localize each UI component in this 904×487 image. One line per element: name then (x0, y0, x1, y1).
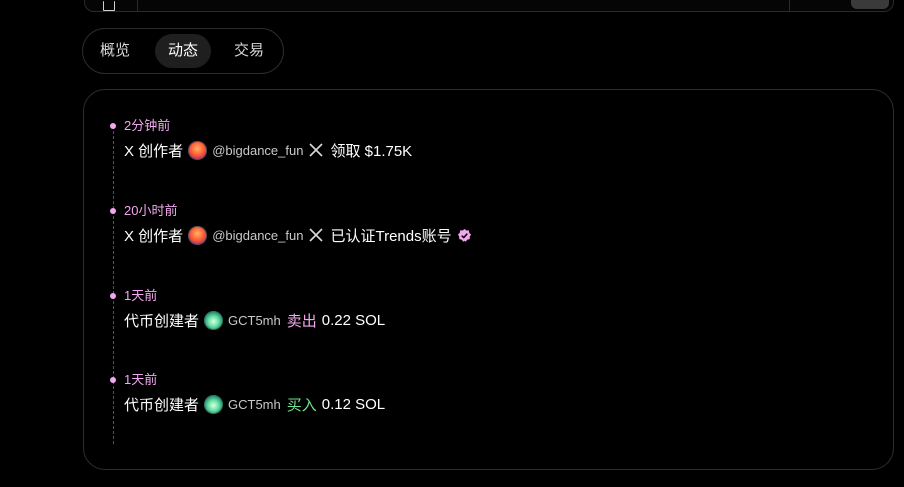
activity-row: 代币创建者 GCT5mh 买入 0.12 SOL (124, 394, 385, 414)
user-handle-link[interactable]: @bigdance_fun (212, 143, 303, 158)
activity-action: 领取 $1.75K (330, 142, 413, 160)
activity-time: 1天前 (124, 372, 158, 387)
role-label: 代币创建者 (124, 312, 200, 330)
trade-amount: 0.12 SOL (321, 395, 386, 413)
role-label: X 创作者 (124, 142, 184, 160)
role-label: X 创作者 (124, 227, 184, 245)
timeline-dot (110, 208, 116, 214)
fire-avatar-icon (188, 140, 208, 160)
fire-avatar-icon (188, 225, 208, 245)
timeline-dot (110, 293, 116, 299)
divider (789, 0, 790, 11)
role-label: 代币创建者 (124, 396, 200, 414)
top-search-bar[interactable] (84, 0, 894, 12)
divider (137, 0, 138, 11)
timeline-dot (110, 377, 116, 383)
activity-time: 20小时前 (124, 203, 178, 218)
top-bar-button[interactable] (851, 0, 889, 9)
tab-activity[interactable]: 动态 (155, 34, 211, 68)
tab-overview[interactable]: 概览 (89, 34, 141, 68)
user-handle-link[interactable]: GCT5mh (228, 313, 281, 328)
trade-type-buy: 买入 (286, 396, 317, 414)
activity-action: 已认证Trends账号 (330, 227, 452, 245)
x-icon[interactable] (309, 228, 324, 242)
activity-row: 代币创建者 GCT5mh 卖出 0.22 SOL (124, 310, 385, 330)
timeline-line (113, 126, 114, 444)
page: 概览 动态 交易 2分钟前 X 创作者 @bigdance_fun 领取 $1.… (0, 0, 904, 487)
user-handle-link[interactable]: GCT5mh (228, 397, 281, 412)
activity-time: 1天前 (124, 288, 158, 303)
tab-bar: 概览 动态 交易 (82, 28, 284, 74)
lock-icon (103, 1, 115, 11)
activity-row: X 创作者 @bigdance_fun 领取 $1.75K (124, 140, 412, 160)
activity-time: 2分钟前 (124, 118, 171, 133)
timeline-dot (110, 123, 116, 129)
verified-badge-icon (457, 228, 471, 242)
user-handle-link[interactable]: @bigdance_fun (212, 228, 303, 243)
trade-amount: 0.22 SOL (321, 311, 386, 329)
green-flame-avatar-icon (204, 394, 224, 414)
green-flame-avatar-icon (204, 310, 224, 330)
x-icon[interactable] (309, 143, 324, 157)
activity-row: X 创作者 @bigdance_fun 已认证Trends账号 (124, 225, 472, 245)
trade-type-sell: 卖出 (286, 312, 317, 330)
tab-trades[interactable]: 交易 (223, 34, 275, 68)
